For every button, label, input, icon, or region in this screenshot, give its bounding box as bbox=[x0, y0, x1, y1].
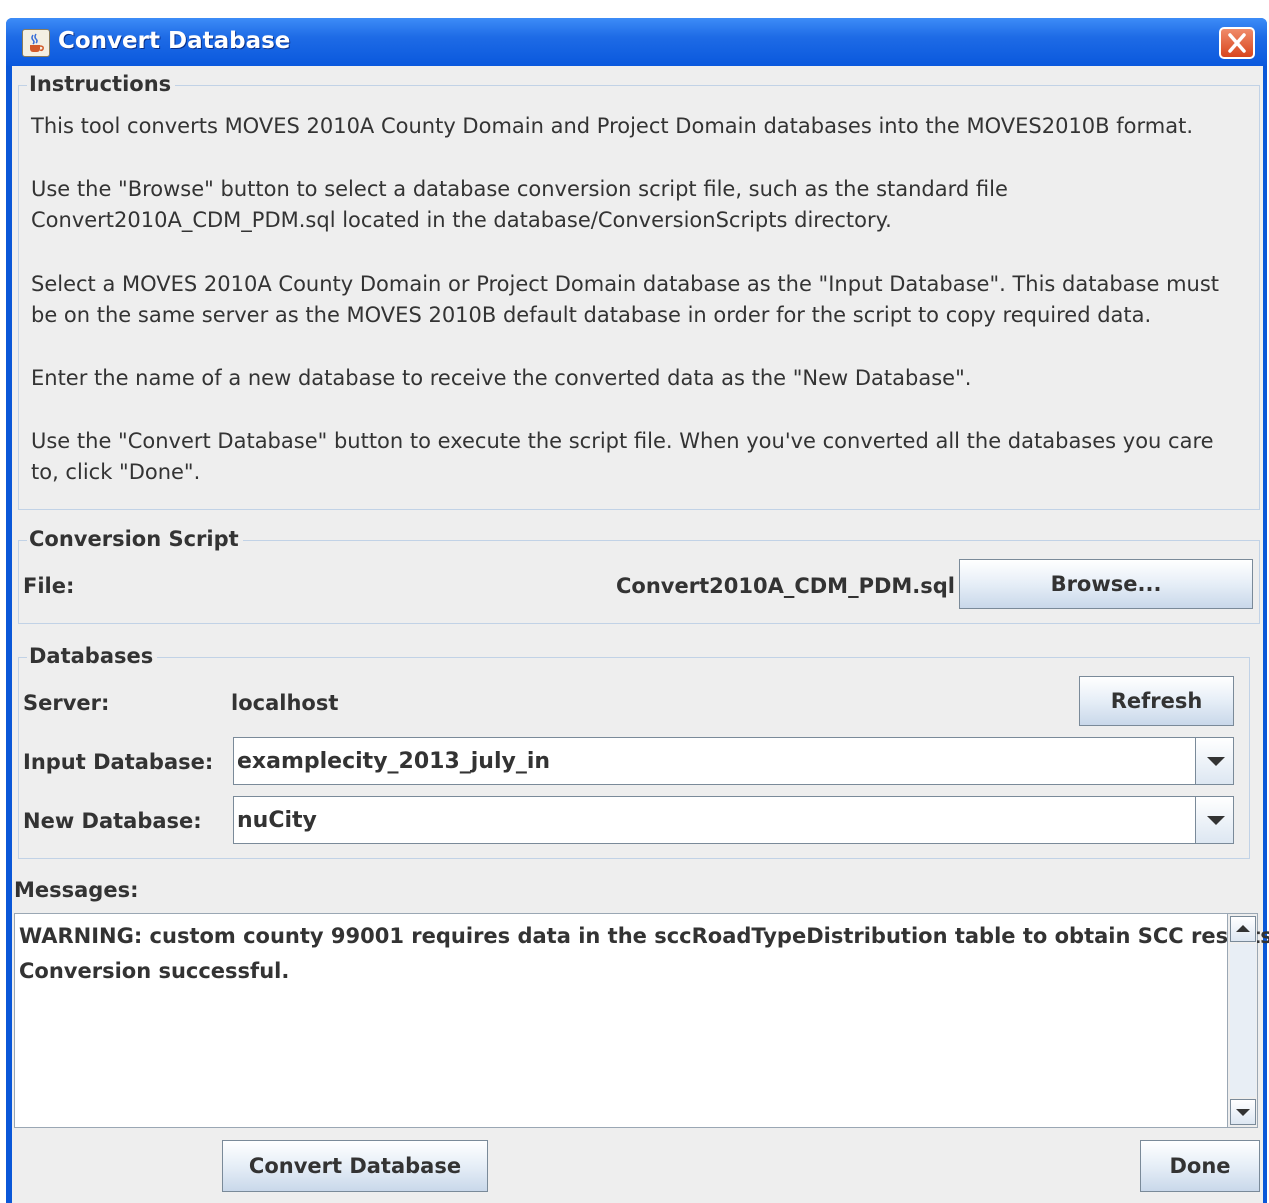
new-database-value: nuCity bbox=[237, 808, 317, 833]
convert-database-button[interactable]: Convert Database bbox=[222, 1140, 488, 1192]
conversion-script-group: Conversion Script File: Convert2010A_CDM… bbox=[18, 527, 1260, 624]
message-line: WARNING: custom county 99001 requires da… bbox=[19, 924, 1269, 948]
chevron-down-icon bbox=[1207, 757, 1225, 766]
java-coffee-icon bbox=[22, 29, 50, 57]
new-database-dropdown-button[interactable] bbox=[1195, 797, 1233, 843]
scroll-up-button[interactable] bbox=[1230, 916, 1256, 942]
title-bar[interactable]: Convert Database bbox=[6, 18, 1267, 66]
instructions-group: Instructions This tool converts MOVES 20… bbox=[18, 72, 1260, 510]
window-title: Convert Database bbox=[58, 28, 291, 54]
messages-scrollbar[interactable] bbox=[1227, 914, 1257, 1127]
instruction-paragraph: Use the "Convert Database" button to exe… bbox=[31, 429, 1214, 484]
messages-label: Messages: bbox=[14, 878, 139, 902]
new-database-combo[interactable]: nuCity bbox=[233, 796, 1234, 844]
new-database-label: New Database: bbox=[23, 809, 202, 833]
databases-group: Databases Server: localhost Refresh Inpu… bbox=[18, 644, 1250, 859]
chevron-up-icon bbox=[1236, 925, 1250, 932]
refresh-button[interactable]: Refresh bbox=[1079, 676, 1234, 726]
chevron-down-icon bbox=[1207, 816, 1225, 825]
server-label: Server: bbox=[23, 691, 110, 715]
input-database-dropdown-button[interactable] bbox=[1195, 738, 1233, 784]
close-icon bbox=[1228, 33, 1246, 53]
scroll-down-button[interactable] bbox=[1230, 1099, 1256, 1125]
scroll-track[interactable] bbox=[1230, 944, 1256, 1097]
dialog-content: Instructions This tool converts MOVES 20… bbox=[12, 66, 1269, 1203]
file-label: File: bbox=[23, 574, 75, 598]
done-button[interactable]: Done bbox=[1140, 1140, 1260, 1192]
databases-title: Databases bbox=[27, 644, 158, 668]
close-button[interactable] bbox=[1219, 27, 1255, 59]
browse-button[interactable]: Browse... bbox=[959, 559, 1253, 609]
input-database-combo[interactable]: examplecity_2013_july_in bbox=[233, 737, 1234, 785]
input-database-value: examplecity_2013_july_in bbox=[237, 749, 551, 774]
instructions-title: Instructions bbox=[27, 72, 176, 96]
message-line: Conversion successful. bbox=[19, 959, 290, 983]
conversion-script-title: Conversion Script bbox=[27, 527, 243, 551]
input-database-label: Input Database: bbox=[23, 750, 214, 774]
file-value: Convert2010A_CDM_PDM.sql bbox=[616, 574, 955, 598]
messages-textarea[interactable]: WARNING: custom county 99001 requires da… bbox=[14, 913, 1269, 1128]
instruction-paragraph: Select a MOVES 2010A County Domain or Pr… bbox=[31, 272, 1220, 327]
instruction-paragraph: Use the "Browse" button to select a data… bbox=[31, 177, 1008, 232]
server-value: localhost bbox=[231, 691, 339, 715]
chevron-down-icon bbox=[1236, 1109, 1250, 1116]
instruction-paragraph: This tool converts MOVES 2010A County Do… bbox=[31, 114, 1193, 138]
instruction-paragraph: Enter the name of a new database to rece… bbox=[31, 366, 972, 390]
